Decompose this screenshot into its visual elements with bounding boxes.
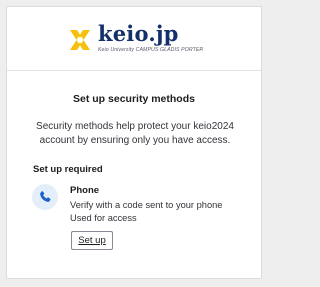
phone-method-icon-badge bbox=[32, 184, 58, 210]
page-title: Set up security methods bbox=[73, 93, 195, 105]
required-section-label: Set up required bbox=[33, 164, 103, 175]
phone-icon bbox=[40, 191, 51, 202]
setup-card: keio.jp Keio University CAMPUS GLADIS PO… bbox=[6, 6, 262, 279]
method-detail-line: Used for access bbox=[70, 213, 137, 223]
brand-header: keio.jp Keio University CAMPUS GLADIS PO… bbox=[7, 7, 261, 71]
brand-subtitle: Keio University CAMPUS GLADIS PORTER bbox=[98, 47, 204, 53]
brand-wordmark: keio.jp bbox=[98, 21, 179, 46]
method-name-phone: Phone bbox=[70, 185, 100, 196]
method-detail-line: Verify with a code sent to your phone bbox=[70, 200, 223, 210]
method-description-phone: Verify with a code sent to your phone Us… bbox=[70, 199, 222, 225]
keio-logo-icon bbox=[70, 30, 90, 50]
setup-phone-button[interactable]: Set up bbox=[71, 231, 113, 250]
page-description: Security methods help protect your keio2… bbox=[36, 121, 234, 146]
